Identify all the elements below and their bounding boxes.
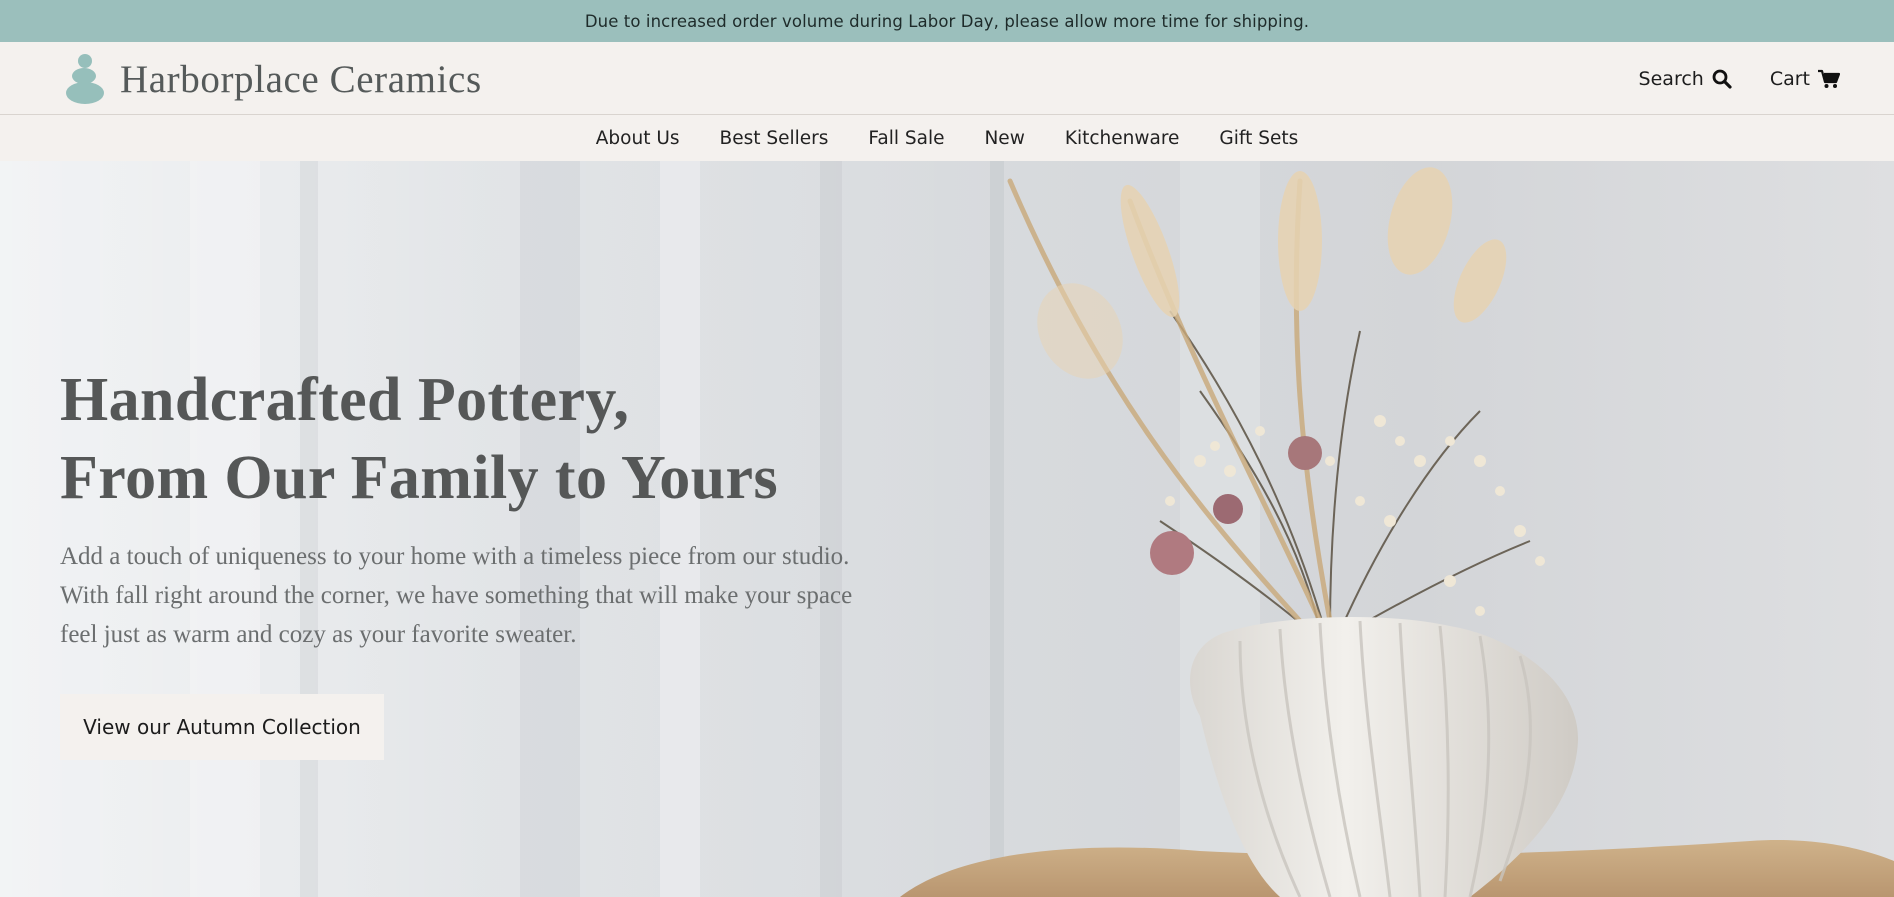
announcement-text: Due to increased order volume during Lab…	[584, 11, 1310, 31]
search-icon	[1712, 69, 1732, 89]
cart-button[interactable]: Cart	[1770, 68, 1840, 90]
hero-title-line-1: Handcrafted Pottery,	[60, 366, 630, 434]
search-button[interactable]: Search	[1639, 68, 1732, 90]
nav-item-new[interactable]: New	[984, 128, 1024, 149]
site-header: Harborplace Ceramics Search Cart	[0, 42, 1894, 115]
hero-description: Add a touch of uniqueness to your home w…	[60, 543, 853, 648]
nav-item-about-us[interactable]: About Us	[596, 128, 680, 149]
nav-item-gift-sets[interactable]: Gift Sets	[1219, 128, 1298, 149]
search-label: Search	[1638, 67, 1704, 90]
stacked-stones-icon	[66, 54, 104, 104]
nav-item-best-sellers[interactable]: Best Sellers	[720, 128, 829, 149]
hero-section: Handcrafted Pottery, From Our Family to …	[0, 161, 1894, 897]
nav-item-fall-sale[interactable]: Fall Sale	[868, 128, 944, 149]
cart-icon	[1818, 69, 1840, 88]
header-actions: Search Cart	[1639, 42, 1840, 115]
hero-image	[0, 161, 1894, 897]
brand-name: Harborplace Ceramics	[120, 57, 482, 101]
cart-label: Cart	[1769, 67, 1810, 90]
announcement-bar: Due to increased order volume during Lab…	[0, 0, 1894, 42]
hero-title-line-2: From Our Family to Yours	[60, 444, 778, 512]
hero-title: Handcrafted Pottery, From Our Family to …	[60, 361, 880, 517]
nav-item-kitchenware[interactable]: Kitchenware	[1065, 128, 1180, 149]
autumn-collection-button[interactable]: View our Autumn Collection	[60, 694, 384, 760]
brand-logo[interactable]: Harborplace Ceramics	[64, 53, 482, 105]
main-nav: About Us Best Sellers Fall Sale New Kitc…	[0, 115, 1894, 161]
